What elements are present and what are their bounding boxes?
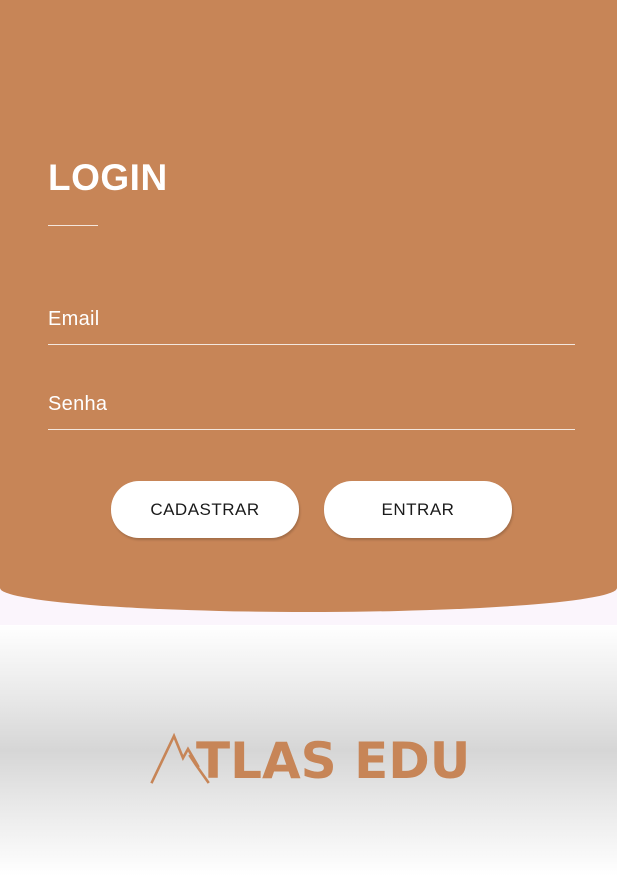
password-field-wrapper: [48, 390, 575, 430]
email-field[interactable]: [48, 305, 575, 344]
email-field-wrapper: [48, 305, 575, 345]
password-field[interactable]: [48, 390, 575, 429]
logo-text: TLAS EDU: [196, 732, 471, 790]
page-title: LOGIN: [48, 157, 168, 198]
cadastrar-button[interactable]: CADASTRAR: [111, 481, 299, 538]
entrar-button[interactable]: ENTRAR: [324, 481, 512, 538]
title-underline: [48, 225, 98, 226]
